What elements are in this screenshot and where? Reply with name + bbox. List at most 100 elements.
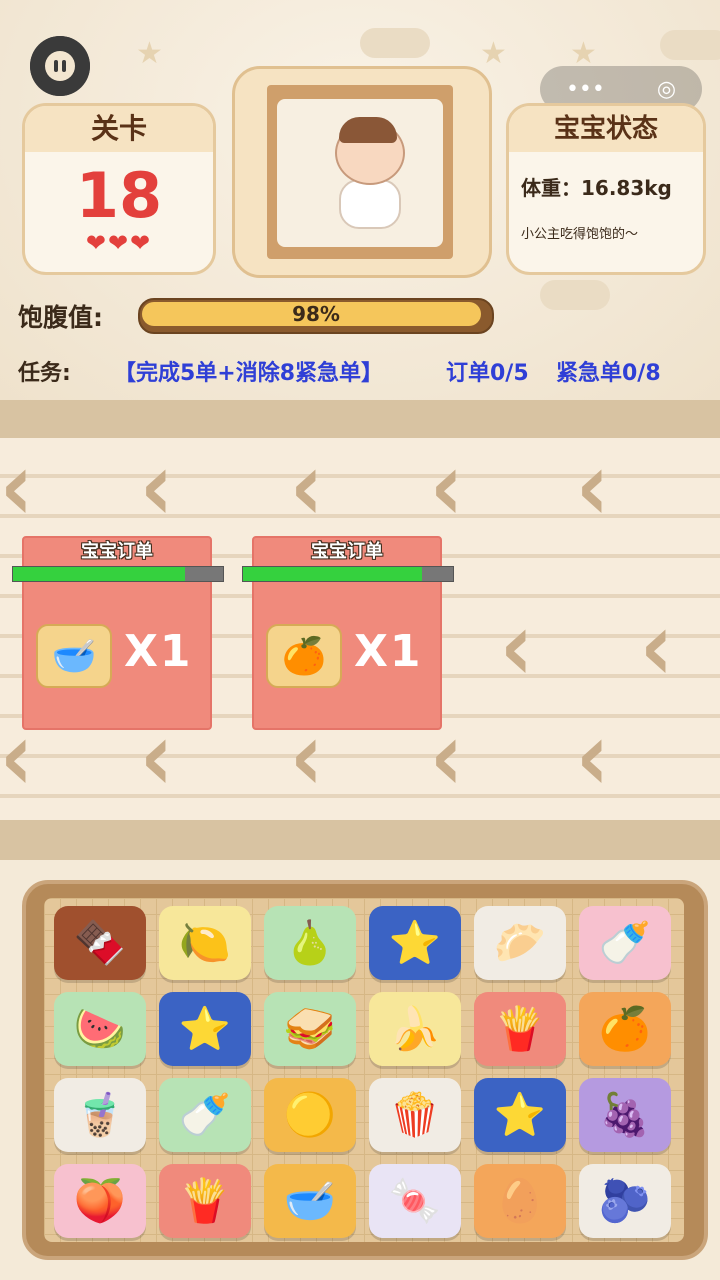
longan-tile[interactable]: 🫐 — [579, 1164, 671, 1238]
order-timer-bar — [12, 566, 224, 582]
tile-grid: 🍫 🍋 🍐 ⭐ 🥟 🍼 🍉 ⭐ 🥪 🍌 🍟 🍊 🧋 🍼 🟡 🍿 ⭐ 🍇 🍑 🍟 🥣 🍬 🥚 🫐 — [44, 898, 684, 1242]
egg-icon: 🥚 — [493, 1176, 547, 1225]
star-tile[interactable]: ⭐ — [369, 906, 461, 980]
peach-tile[interactable]: 🍑 — [54, 1164, 146, 1238]
level-number: 18 — [75, 159, 163, 232]
watermelon-icon: 🍉 — [73, 1004, 127, 1053]
star-tile[interactable]: ⭐ — [159, 992, 251, 1066]
bubble-tea-tile[interactable]: 🧋 — [54, 1078, 146, 1152]
banana-tile[interactable]: 🍌 — [369, 992, 461, 1066]
fries-tile[interactable]: 🍟 — [159, 1164, 251, 1238]
dumpling-icon: 🥟 — [493, 918, 547, 967]
star-tile[interactable]: ⭐ — [474, 1078, 566, 1152]
crib-frame — [267, 85, 453, 259]
sandwich-icon: 🥪 — [283, 1004, 337, 1053]
order-timer-bar — [242, 566, 454, 582]
longan-icon: 🫐 — [598, 1176, 652, 1225]
watermelon-tile[interactable]: 🍉 — [54, 992, 146, 1066]
bubble-tea-icon: 🧋 — [73, 1090, 127, 1139]
popcorn-tile[interactable]: 🍿 — [369, 1078, 461, 1152]
baby-body — [339, 179, 401, 229]
conveyor-top-frame — [0, 400, 720, 438]
crib-mattress — [277, 99, 443, 247]
baby-hair — [339, 117, 397, 143]
lemon-icon: 🍋 — [178, 918, 232, 967]
chevron-left-icon: ‹ — [290, 430, 323, 543]
candy-tile[interactable]: 🍬 — [369, 1164, 461, 1238]
task-urgent-progress: 紧急单0/8 — [556, 361, 661, 386]
level-label: 关卡 — [25, 106, 213, 152]
cloud-decoration — [660, 30, 720, 60]
order-card: 宝宝订单 🍊 X1 — [242, 536, 454, 730]
soup-bowl-tile[interactable]: 🥣 — [264, 1164, 356, 1238]
chocolate-tile[interactable]: 🍫 — [54, 906, 146, 980]
order-timer-fill — [243, 567, 422, 581]
milk-can-icon: 🍼 — [598, 918, 652, 967]
star-icon: ⭐ — [493, 1090, 547, 1139]
chocolate-icon: 🍫 — [73, 918, 127, 967]
baby-bottle-tile[interactable]: 🍼 — [159, 1078, 251, 1152]
level-card: 关卡 18 ❤❤❤ — [22, 103, 216, 275]
chevron-left-icon: ‹ — [640, 590, 673, 703]
soup-bowl-icon: 🥣 — [36, 624, 112, 688]
order-title: 宝宝订单 — [81, 541, 153, 562]
grape-tile[interactable]: 🍇 — [579, 1078, 671, 1152]
chevron-left-icon: ‹ — [0, 430, 33, 543]
dumpling-tile[interactable]: 🥟 — [474, 906, 566, 980]
status-note: 小公主吃得饱饱的～ — [521, 227, 639, 242]
milk-can-tile[interactable]: 🍼 — [579, 906, 671, 980]
mango-pudding-tile[interactable]: 🟡 — [264, 1078, 356, 1152]
star-icon: ⭐ — [388, 918, 442, 967]
order-quantity: X1 — [124, 626, 193, 677]
tile-board: 🍫 🍋 🍐 ⭐ 🥟 🍼 🍉 ⭐ 🥪 🍌 🍟 🍊 🧋 🍼 🟡 🍿 ⭐ 🍇 🍑 🍟 🥣 🍬 🥚 🫐 — [22, 880, 708, 1260]
baby-crib — [232, 66, 492, 278]
cloud-decoration — [540, 280, 610, 310]
order-card: 宝宝订单 🥣 X1 — [12, 536, 224, 730]
weight-text: 体重：16.83kg — [521, 176, 672, 200]
order-title: 宝宝订单 — [311, 541, 383, 562]
chevron-left-icon: ‹ — [576, 700, 609, 813]
kumquat-tile[interactable]: 🍊 — [579, 992, 671, 1066]
chevron-left-icon: ‹ — [140, 430, 173, 543]
task-description: 【完成5单+消除8紧急单】 — [114, 361, 384, 386]
lemon-tile[interactable]: 🍋 — [159, 906, 251, 980]
sandwich-tile[interactable]: 🥪 — [264, 992, 356, 1066]
egg-tile[interactable]: 🥚 — [474, 1164, 566, 1238]
cloud-decoration — [360, 28, 430, 58]
pause-icon — [45, 51, 75, 81]
pear-icon: 🍐 — [283, 918, 337, 967]
more-dots-icon[interactable]: ••• — [566, 77, 605, 102]
close-target-icon[interactable]: ◎ — [657, 77, 676, 102]
mango-pudding-icon: 🟡 — [283, 1090, 337, 1139]
fries-tile[interactable]: 🍟 — [474, 992, 566, 1066]
peach-icon: 🍑 — [73, 1176, 127, 1225]
fries-icon: 🍟 — [178, 1176, 232, 1225]
kumquat-icon: 🍊 — [598, 1004, 652, 1053]
task-orders-progress: 订单0/5 — [446, 361, 529, 386]
pear-tile[interactable]: 🍐 — [264, 906, 356, 980]
baby-bottle-icon: 🍼 — [178, 1090, 232, 1139]
order-timer-fill — [13, 567, 186, 581]
chevron-left-icon: ‹ — [500, 590, 533, 703]
soup-bowl-icon: 🥣 — [283, 1176, 337, 1225]
conveyor-bottom-frame — [0, 820, 720, 860]
popcorn-icon: 🍿 — [388, 1090, 442, 1139]
task-label: 任务: — [18, 361, 71, 386]
fries-icon: 🍟 — [493, 1004, 547, 1053]
banana-icon: 🍌 — [388, 1004, 442, 1053]
status-title: 宝宝状态 — [509, 106, 703, 152]
chevron-left-icon: ‹ — [576, 430, 609, 543]
satiety-bar: 98% — [138, 298, 494, 334]
star-decoration-icon: ★ — [480, 36, 507, 71]
chevron-left-icon: ‹ — [430, 430, 463, 543]
hearts-icon: ❤❤❤ — [85, 229, 153, 257]
satiety-label: 饱腹值: — [18, 303, 103, 332]
star-decoration-icon: ★ — [136, 36, 163, 71]
grape-icon: 🍇 — [598, 1090, 652, 1139]
order-quantity: X1 — [354, 626, 423, 677]
kumquat-icon: 🍊 — [266, 624, 342, 688]
baby-status-card: 宝宝状态 体重：16.83kg 小公主吃得饱饱的～ — [506, 103, 706, 275]
satiety-value: 98% — [292, 302, 340, 326]
star-icon: ⭐ — [178, 1004, 232, 1053]
pause-settings-button[interactable] — [25, 31, 95, 101]
